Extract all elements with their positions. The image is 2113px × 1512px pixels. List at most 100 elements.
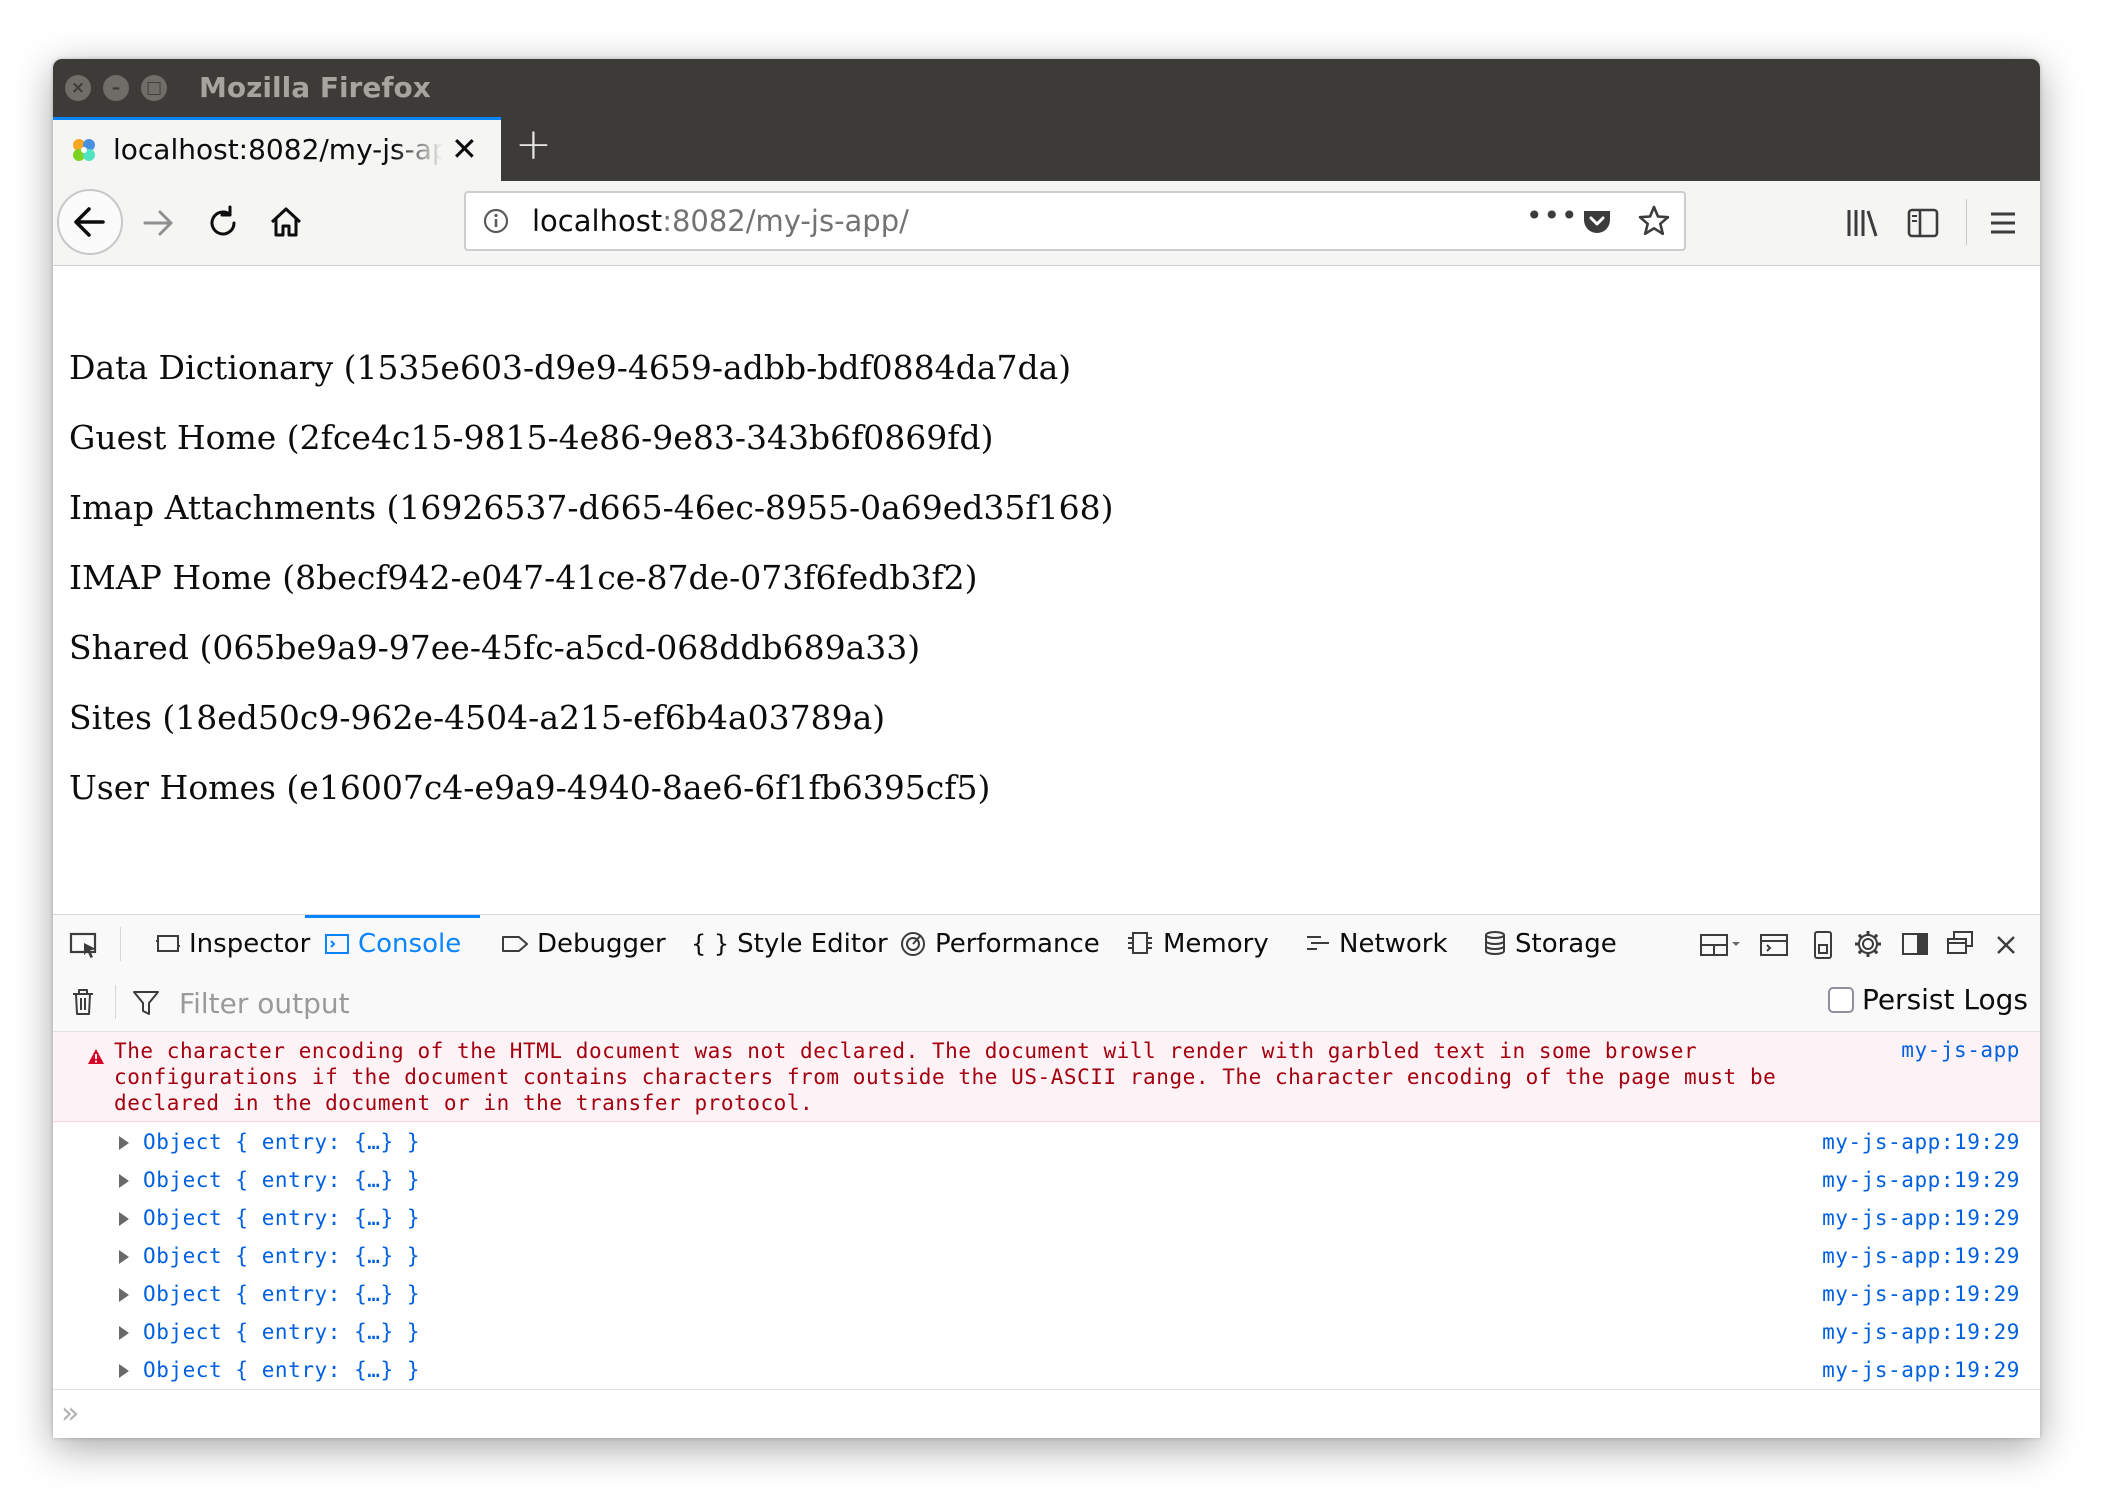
persist-logs-checkbox[interactable]: Persist Logs [1827, 983, 2028, 1016]
tab-label: Console [358, 929, 462, 959]
url-host: localhost [532, 204, 663, 238]
folder-item: IMAP Home (8becf942-e047-41ce-87de-073f6… [69, 558, 978, 597]
frame-select-icon[interactable] [1699, 932, 1743, 958]
tab-label: Style Editor [737, 929, 888, 959]
console-input[interactable]: » [53, 1389, 2040, 1438]
bookmark-star-icon[interactable] [1636, 203, 1672, 239]
network-icon [1307, 936, 1329, 950]
maximize-window-button[interactable]: □ [141, 75, 167, 101]
error-icon [88, 1049, 104, 1064]
expand-arrow-icon[interactable] [119, 1326, 129, 1340]
tab-performance[interactable]: Performance [887, 915, 1112, 973]
back-button[interactable] [57, 189, 123, 255]
settings-gear-icon[interactable] [1853, 929, 1883, 959]
filter-output-input[interactable] [177, 983, 981, 1023]
expand-arrow-icon[interactable] [119, 1364, 129, 1378]
site-info-icon[interactable] [482, 207, 510, 235]
url-text[interactable]: localhost:8082/my-js-app/ [532, 204, 909, 238]
element-picker-icon[interactable] [69, 931, 99, 959]
log-object[interactable]: Object { entry: {…} } [143, 1358, 420, 1382]
sidebar-icon[interactable] [1905, 205, 1941, 241]
log-row: Object { entry: {…} } my-js-app:19:29 [53, 1315, 2040, 1353]
console-filter-bar: Persist Logs [53, 973, 2040, 1032]
library-icon[interactable] [1843, 205, 1881, 241]
forward-icon[interactable] [139, 203, 179, 243]
tab-label: Memory [1163, 929, 1269, 959]
tab-memory[interactable]: Memory [1113, 915, 1281, 973]
reload-icon[interactable] [203, 203, 243, 243]
checkbox-box[interactable] [1827, 987, 1854, 1013]
log-row: Object { entry: {…} } my-js-app:19:29 [53, 1163, 2040, 1201]
log-object[interactable]: Object { entry: {…} } [143, 1282, 420, 1306]
navigation-toolbar: localhost:8082/my-js-app/ ••• [53, 181, 2040, 266]
log-source-link[interactable]: my-js-app:19:29 [1822, 1358, 2020, 1382]
toolbar-separator [115, 985, 116, 1019]
folder-item: Data Dictionary (1535e603-d9e9-4659-adbb… [69, 348, 1072, 387]
tab-debugger[interactable]: Debugger [489, 915, 678, 973]
log-source-link[interactable]: my-js-app:19:29 [1822, 1244, 2020, 1268]
expand-arrow-icon[interactable] [119, 1250, 129, 1264]
log-row: Object { entry: {…} } my-js-app:19:29 [53, 1125, 2040, 1163]
log-row: Object { entry: {…} } my-js-app:19:29 [53, 1201, 2040, 1239]
tab-inspector[interactable]: Inspector [141, 915, 324, 973]
tab-label: Performance [935, 929, 1100, 959]
page-content: Data Dictionary (1535e603-d9e9-4659-adbb… [53, 266, 2040, 914]
log-source-link[interactable]: my-js-app:19:29 [1822, 1320, 2020, 1344]
log-object[interactable]: Object { entry: {…} } [143, 1168, 420, 1192]
expand-arrow-icon[interactable] [119, 1136, 129, 1150]
error-message-text: The character encoding of the HTML docum… [114, 1039, 1777, 1115]
folder-item: Imap Attachments (16926537-d665-46ec-895… [69, 488, 1114, 527]
log-row: Object { entry: {…} } my-js-app:19:29 [53, 1353, 2040, 1391]
split-console-icon[interactable] [1759, 932, 1789, 958]
tab-close-icon[interactable]: ✕ [451, 130, 478, 168]
toolbar-separator [120, 927, 121, 961]
error-source-link[interactable]: my-js-app [1901, 1038, 2020, 1062]
tab-label: Network [1339, 929, 1448, 959]
console-prompt-icon: » [61, 1396, 80, 1431]
log-row: Object { entry: {…} } my-js-app:19:29 [53, 1277, 2040, 1315]
log-object[interactable]: Object { entry: {…} } [143, 1320, 420, 1344]
log-source-link[interactable]: my-js-app:19:29 [1822, 1282, 2020, 1306]
tab-console[interactable]: Console [305, 915, 481, 973]
folder-item: Guest Home (2fce4c15-9815-4e86-9e83-343b… [69, 418, 994, 457]
tab-network[interactable]: Network [1293, 915, 1460, 973]
log-source-link[interactable]: my-js-app:19:29 [1822, 1168, 2020, 1192]
log-object[interactable]: Object { entry: {…} } [143, 1244, 420, 1268]
tab-localhost[interactable]: localhost:8082/my-js-app/ ✕ [53, 117, 501, 181]
log-source-link[interactable]: my-js-app:19:29 [1822, 1206, 2020, 1230]
responsive-design-icon[interactable] [1811, 930, 1835, 960]
new-tab-button[interactable]: + [515, 119, 552, 170]
close-window-button[interactable]: × [65, 75, 91, 101]
log-object[interactable]: Object { entry: {…} } [143, 1130, 420, 1154]
window-title: Mozilla Firefox [199, 71, 431, 104]
page-actions-icon[interactable]: ••• [1526, 199, 1579, 232]
tab-strip: localhost:8082/my-js-app/ ✕ + [53, 117, 2040, 181]
url-bar[interactable]: localhost:8082/my-js-app/ ••• [464, 191, 1686, 251]
performance-icon [901, 932, 925, 956]
hamburger-menu-icon[interactable] [1986, 206, 2020, 240]
expand-arrow-icon[interactable] [119, 1174, 129, 1188]
undock-window-icon[interactable] [1945, 929, 1975, 957]
tab-storage[interactable]: Storage [1471, 915, 1629, 973]
tab-label: Storage [1515, 929, 1617, 959]
log-object[interactable]: Object { entry: {…} } [143, 1206, 420, 1230]
folder-item: User Homes (e16007c4-e9a9-4940-8ae6-6f1f… [69, 768, 991, 807]
tab-style-editor[interactable]: { } Style Editor [679, 915, 900, 973]
close-devtools-icon[interactable] [1993, 932, 2019, 958]
log-source-link[interactable]: my-js-app:19:29 [1822, 1130, 2020, 1154]
pocket-icon[interactable] [1580, 205, 1614, 239]
memory-icon [1128, 932, 1152, 954]
error-message-row: The character encoding of the HTML docum… [53, 1032, 2040, 1122]
persist-logs-label: Persist Logs [1861, 983, 2028, 1016]
minimize-window-button[interactable]: – [103, 75, 129, 101]
trash-icon[interactable] [69, 987, 97, 1017]
devtools-toolbar: Inspector Console Debugger { } Style Edit… [53, 915, 2040, 974]
inspector-icon [156, 935, 180, 952]
expand-arrow-icon[interactable] [119, 1288, 129, 1302]
home-icon[interactable] [266, 202, 306, 242]
tab-label: Inspector [189, 929, 311, 959]
storage-icon [1485, 931, 1505, 955]
dock-side-icon[interactable] [1901, 931, 1929, 957]
expand-arrow-icon[interactable] [119, 1212, 129, 1226]
favicon-icon [73, 139, 95, 161]
